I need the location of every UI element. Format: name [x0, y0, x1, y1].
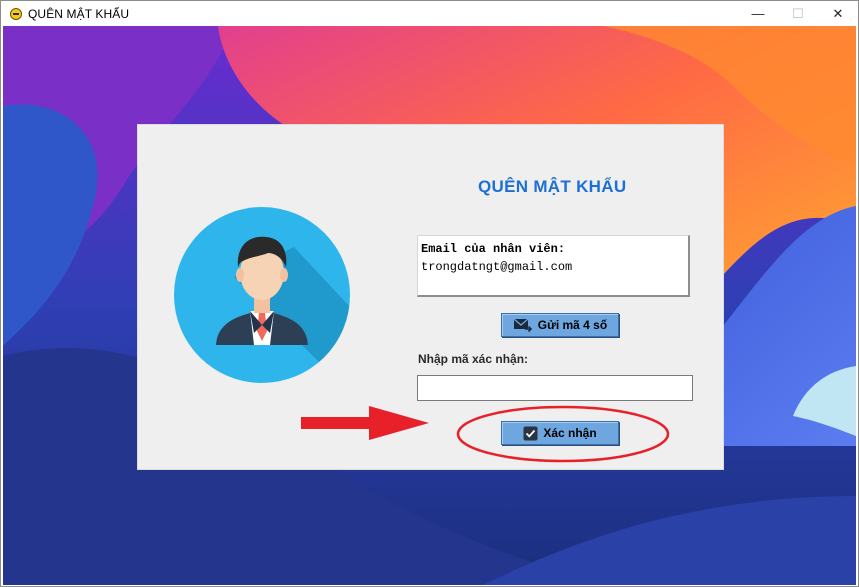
- send-code-button[interactable]: Gửi mã 4 số: [501, 313, 619, 337]
- app-window: QUÊN MẬT KHẨU — ☐ ✕ QUÊN MẬT KHẨU Email …: [0, 0, 859, 587]
- confirm-label: Xác nhận: [543, 426, 597, 440]
- send-code-label: Gửi mã 4 số: [537, 318, 608, 332]
- window-content: QUÊN MẬT KHẨU Email của nhân viên: trong…: [3, 26, 856, 585]
- verification-code-input[interactable]: [417, 375, 693, 401]
- close-button[interactable]: ✕: [818, 1, 858, 26]
- employee-avatar-icon: [174, 207, 350, 383]
- email-value: trongdatngt@gmail.com: [421, 260, 573, 274]
- app-icon: [10, 7, 22, 20]
- code-label: Nhập mã xác nhận:: [418, 352, 529, 366]
- window-title: QUÊN MẬT KHẨU: [28, 6, 130, 21]
- forgot-password-panel: QUÊN MẬT KHẨU Email của nhân viên: trong…: [137, 124, 724, 470]
- envelope-arrow-icon: [513, 317, 533, 333]
- maximize-button: ☐: [792, 5, 804, 21]
- email-display-field: Email của nhân viên: trongdatngt@gmail.c…: [417, 235, 690, 297]
- form-heading: QUÊN MẬT KHẨU: [478, 177, 627, 196]
- window-controls: — ☐ ✕: [738, 1, 858, 26]
- email-label: Email của nhân viên:: [421, 242, 566, 256]
- checkbox-check-icon: [523, 426, 538, 441]
- title-bar: QUÊN MẬT KHẨU — ☐ ✕: [1, 1, 858, 26]
- minimize-button[interactable]: —: [738, 1, 778, 26]
- confirm-button[interactable]: Xác nhận: [501, 421, 619, 445]
